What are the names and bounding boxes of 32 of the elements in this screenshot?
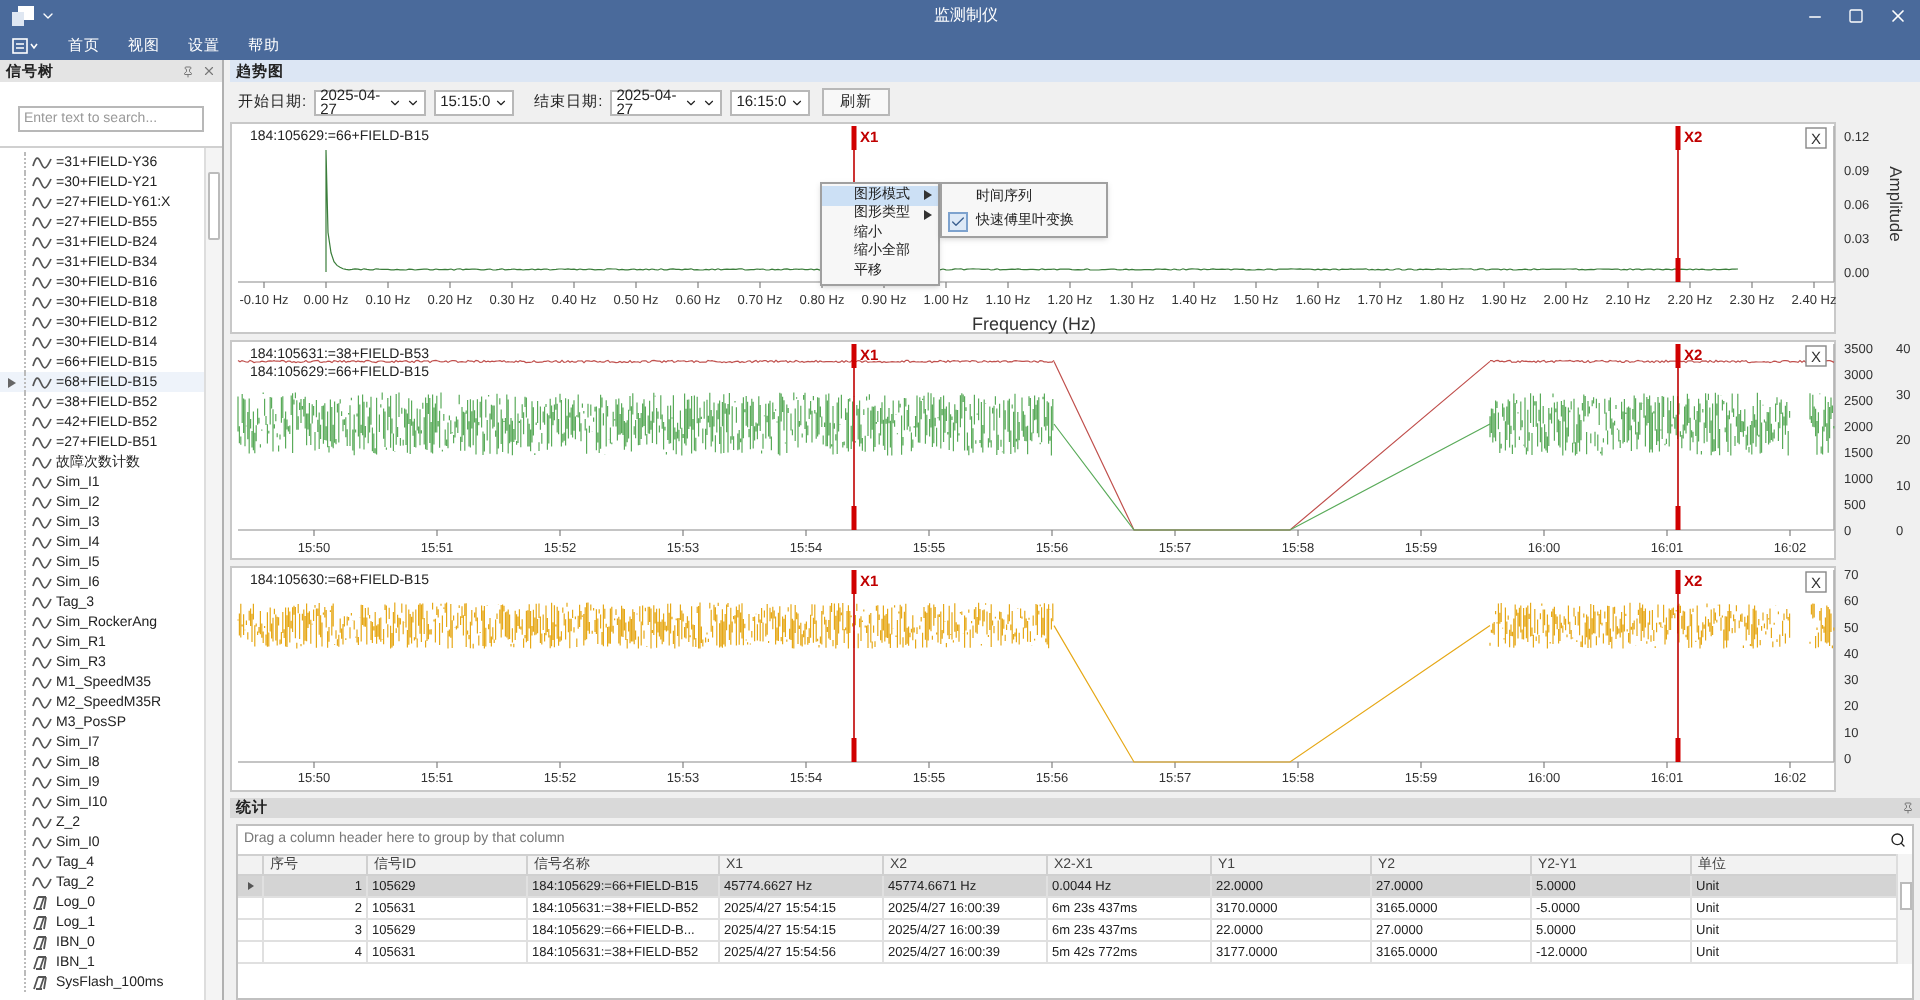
x-axis-title: Frequency (Hz) <box>972 314 1096 334</box>
pulse-icon <box>32 975 52 989</box>
cursor-line[interactable] <box>1675 125 1681 283</box>
close-icon[interactable] <box>202 64 216 78</box>
cursor-line[interactable] <box>851 343 857 531</box>
maximize-icon[interactable] <box>1848 8 1864 24</box>
caret-icon[interactable] <box>702 95 717 109</box>
menu-icon[interactable] <box>12 38 40 54</box>
spin-icon[interactable] <box>684 95 699 109</box>
caret-icon[interactable] <box>790 95 805 109</box>
pulse-icon <box>32 915 52 929</box>
spin-icon[interactable] <box>388 95 403 109</box>
row-pointer-icon <box>247 882 253 890</box>
close-icon[interactable] <box>1888 6 1908 26</box>
scrollbar[interactable] <box>1896 854 1912 964</box>
cursor-line[interactable] <box>1675 569 1681 763</box>
caret-icon[interactable] <box>494 95 509 109</box>
cursor-line[interactable] <box>851 569 857 763</box>
y-axis-title: Amplitude <box>1886 166 1906 242</box>
pin-icon[interactable] <box>1902 802 1914 814</box>
search-icon[interactable] <box>1890 832 1906 848</box>
pin-icon[interactable] <box>182 65 194 77</box>
scrollbar[interactable] <box>204 148 222 1000</box>
pulse-icon <box>32 955 52 969</box>
app-icon[interactable] <box>12 6 34 26</box>
window-title: 监测制仪 <box>934 4 998 28</box>
pulse-icon <box>32 895 52 909</box>
pulse-icon <box>32 935 52 949</box>
check-icon <box>950 214 966 230</box>
caret-icon[interactable] <box>406 95 421 109</box>
cursor-line[interactable] <box>1675 343 1681 531</box>
row-pointer-icon <box>8 377 16 387</box>
